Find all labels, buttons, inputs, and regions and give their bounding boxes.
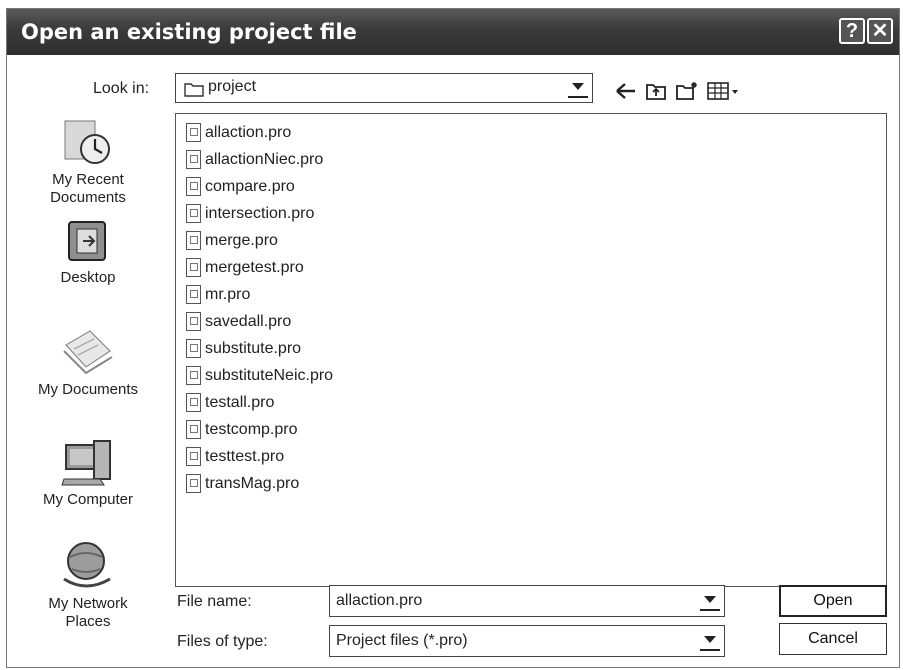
- file-icon: [186, 123, 201, 142]
- list-item[interactable]: allactionNiec.pro: [186, 146, 323, 173]
- list-item[interactable]: savedall.pro: [186, 308, 291, 335]
- chevron-down-icon[interactable]: [568, 78, 588, 98]
- file-icon: [186, 393, 201, 412]
- file-icon: [186, 312, 201, 331]
- chevron-down-icon[interactable]: [700, 631, 720, 651]
- place-label: My Computer: [42, 491, 134, 508]
- new-folder-icon[interactable]: [675, 81, 699, 101]
- place-my-computer[interactable]: My Computer: [13, 439, 163, 509]
- close-button[interactable]: ✕: [867, 18, 893, 44]
- place-label: Desktop: [60, 269, 116, 286]
- file-icon: [186, 447, 201, 466]
- file-icon: [186, 366, 201, 385]
- up-folder-icon[interactable]: [645, 81, 667, 101]
- file-type-dropdown[interactable]: Project files (*.pro): [329, 625, 725, 657]
- file-type-label: Files of type:: [177, 633, 268, 650]
- file-icon: [186, 420, 201, 439]
- file-name: transMag.pro: [205, 474, 300, 492]
- file-name: intersection.pro: [205, 204, 315, 222]
- file-name: mergetest.pro: [205, 258, 304, 276]
- list-item[interactable]: testcomp.pro: [186, 416, 297, 443]
- cancel-button[interactable]: Cancel: [779, 623, 887, 655]
- file-name-value: allaction.pro: [336, 592, 423, 609]
- desktop-icon: [68, 221, 106, 261]
- file-type-value: Project files (*.pro): [336, 632, 468, 649]
- list-item[interactable]: substituteNeic.pro: [186, 362, 333, 389]
- place-label: Places: [65, 613, 111, 630]
- list-item[interactable]: intersection.pro: [186, 200, 314, 227]
- chevron-down-icon[interactable]: [700, 591, 720, 611]
- file-name: testall.pro: [205, 393, 275, 411]
- look-in-value: project: [208, 78, 257, 95]
- file-icon: [186, 231, 201, 250]
- file-name: allaction.pro: [205, 123, 292, 141]
- list-item[interactable]: mergetest.pro: [186, 254, 304, 281]
- file-icon: [186, 204, 201, 223]
- folder-icon: [184, 83, 204, 97]
- place-label: My Network: [48, 595, 128, 612]
- look-in-label: Look in:: [93, 80, 150, 97]
- place-label: Documents: [50, 189, 126, 206]
- file-list[interactable]: allaction.pro allactionNiec.pro compare.…: [175, 113, 887, 587]
- list-item[interactable]: allaction.pro: [186, 119, 291, 146]
- my-documents-icon: [63, 330, 113, 375]
- file-icon: [186, 177, 201, 196]
- open-button[interactable]: Open: [779, 585, 887, 617]
- list-item[interactable]: testtest.pro: [186, 443, 284, 470]
- arrow-left-icon[interactable]: [615, 81, 637, 101]
- file-name-field[interactable]: allaction.pro: [329, 585, 725, 617]
- file-icon: [186, 474, 201, 493]
- file-name: mr.pro: [205, 285, 251, 303]
- file-icon: [186, 339, 201, 358]
- help-button[interactable]: ?: [839, 18, 865, 44]
- open-file-dialog: Open an existing project file ? ✕ Look i…: [6, 8, 900, 668]
- list-item[interactable]: transMag.pro: [186, 470, 299, 497]
- views-menu-icon[interactable]: [707, 81, 741, 101]
- look-in-dropdown[interactable]: project: [175, 73, 593, 103]
- file-name: compare.pro: [205, 177, 295, 195]
- place-desktop[interactable]: Desktop: [13, 219, 163, 287]
- file-name: testtest.pro: [205, 447, 285, 465]
- list-item[interactable]: substitute.pro: [186, 335, 301, 362]
- place-my-network-places[interactable]: My Network Places: [13, 539, 163, 631]
- dialog-title: Open an existing project file: [21, 20, 357, 44]
- file-name: savedall.pro: [205, 312, 292, 330]
- file-icon: [186, 150, 201, 169]
- my-computer-icon: [61, 440, 111, 486]
- file-name: substituteNeic.pro: [205, 366, 334, 384]
- list-item[interactable]: testall.pro: [186, 389, 274, 416]
- place-label: My Documents: [37, 381, 139, 398]
- file-name-label: File name:: [177, 593, 252, 610]
- network-places-icon: [63, 542, 111, 588]
- file-name: allactionNiec.pro: [205, 150, 324, 168]
- list-item[interactable]: mr.pro: [186, 281, 250, 308]
- list-item[interactable]: compare.pro: [186, 173, 295, 200]
- file-name: substitute.pro: [205, 339, 302, 357]
- recent-documents-icon: [64, 120, 110, 164]
- list-item[interactable]: merge.pro: [186, 227, 278, 254]
- place-label: My Recent: [52, 171, 124, 188]
- file-name: testcomp.pro: [205, 420, 298, 438]
- place-my-recent-documents[interactable]: My Recent Documents: [13, 117, 163, 207]
- place-my-documents[interactable]: My Documents: [13, 327, 163, 399]
- file-icon: [186, 258, 201, 277]
- title-bar[interactable]: Open an existing project file ? ✕: [7, 9, 899, 55]
- file-name: merge.pro: [205, 231, 278, 249]
- file-icon: [186, 285, 201, 304]
